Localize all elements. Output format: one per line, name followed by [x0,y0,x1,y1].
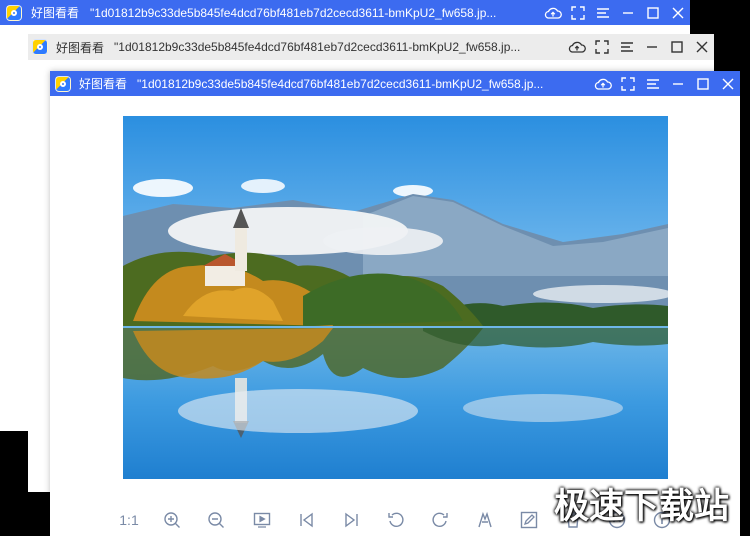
app-name: 好图看看 [31,6,80,20]
fullscreen-icon[interactable] [615,71,640,96]
cloud-upload-icon[interactable] [540,0,565,25]
file-name: "1d01812b9c33de5b845fe4dcd76bf481eb7d2ce… [114,40,521,54]
minimize-icon[interactable] [665,71,690,96]
window-controls [564,34,714,60]
rotate-right-icon[interactable] [428,508,452,532]
rotate-left-icon[interactable] [384,508,408,532]
close-icon[interactable] [665,0,690,25]
viewer-window-front[interactable]: 好图看看 "1d01812b9c33de5b845fe4dcd76bf481eb… [50,71,740,536]
app-logo-icon [32,39,48,55]
fullscreen-icon[interactable] [589,34,614,60]
cloud-upload-icon[interactable] [564,34,589,60]
app-logo-icon [6,4,22,21]
file-name: "1d01812b9c33de5b845fe4dcd76bf481eb7d2ce… [137,76,544,91]
maximize-icon[interactable] [690,71,715,96]
minimize-icon[interactable] [615,0,640,25]
cloud-upload-icon[interactable] [590,71,615,96]
previous-icon[interactable] [295,508,319,532]
app-name: 好图看看 [56,40,105,55]
next-icon[interactable] [339,508,363,532]
compare-icon[interactable] [473,508,497,532]
zoom-out-icon[interactable] [204,508,228,532]
close-icon[interactable] [689,34,714,60]
minimize-icon[interactable] [639,34,664,60]
fullscreen-icon[interactable] [565,0,590,25]
menu-icon[interactable] [614,34,639,60]
app-logo-icon [55,75,71,92]
app-name: 好图看看 [79,77,128,91]
watermark-text: 极速下载站 [554,487,730,527]
maximize-icon[interactable] [664,34,689,60]
displayed-image[interactable] [123,116,668,479]
menu-icon[interactable] [640,71,665,96]
window-controls [540,0,690,25]
close-icon[interactable] [715,71,740,96]
title-bar[interactable]: 好图看看 "1d01812b9c33de5b845fe4dcd76bf481eb… [28,34,714,60]
title-bar[interactable]: 好图看看 "1d01812b9c33de5b845fe4dcd76bf481eb… [50,71,740,96]
actual-size-button[interactable]: 1:1 [116,508,142,532]
slideshow-icon[interactable] [250,508,274,532]
zoom-in-icon[interactable] [160,508,184,532]
title-bar[interactable]: 好图看看 "1d01812b9c33de5b845fe4dcd76bf481eb… [0,0,690,25]
edit-icon[interactable] [517,508,541,532]
maximize-icon[interactable] [640,0,665,25]
menu-icon[interactable] [590,0,615,25]
window-controls [590,71,740,96]
file-name: "1d01812b9c33de5b845fe4dcd76bf481eb7d2ce… [90,5,497,20]
